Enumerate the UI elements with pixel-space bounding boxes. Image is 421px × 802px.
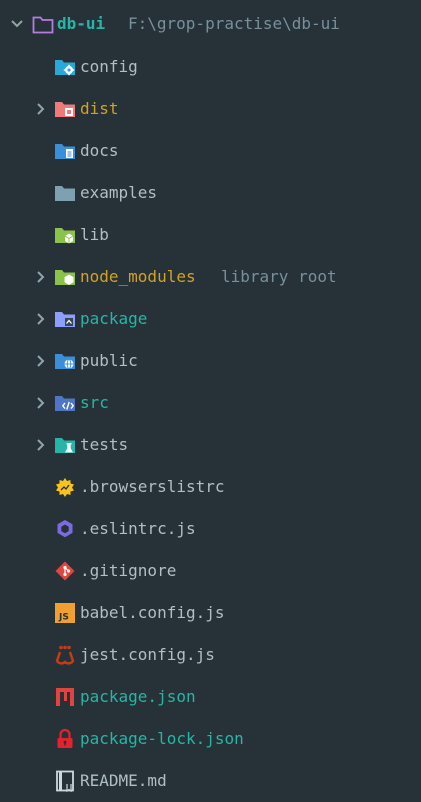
chevron-right-icon[interactable] xyxy=(34,395,48,411)
chevron-right-icon[interactable] xyxy=(34,437,48,453)
chevron-right-icon[interactable] xyxy=(34,311,48,327)
tree-folder-row[interactable]: dist xyxy=(0,88,421,130)
dist-folder-icon xyxy=(54,98,76,120)
svg-text:JS: JS xyxy=(58,613,69,623)
chevron-right-icon[interactable] xyxy=(34,353,48,369)
tree-folder-row[interactable]: config xyxy=(0,46,421,88)
project-tree: db-ui F:\grop-practise\db-ui config dist d… xyxy=(0,0,421,793)
browserslist-icon xyxy=(54,476,76,498)
folder-label: lib xyxy=(80,225,109,244)
git-icon xyxy=(54,560,76,582)
folder-label: tests xyxy=(80,435,129,454)
file-label: .browserslistrc xyxy=(80,477,225,496)
folder-label: docs xyxy=(80,141,119,160)
npm-icon xyxy=(54,686,76,708)
file-label: package.json xyxy=(80,687,196,706)
config-folder-icon xyxy=(54,56,76,78)
chevron-down-icon[interactable] xyxy=(10,16,24,32)
tree-folder-row[interactable]: examples xyxy=(0,172,421,214)
folder-label: src xyxy=(80,393,109,412)
folder-label: node_modules xyxy=(80,267,196,286)
file-label: package-lock.json xyxy=(80,729,244,748)
tree-folder-row[interactable]: docs xyxy=(0,130,421,172)
folder-label: dist xyxy=(80,99,119,118)
chevron-right-icon[interactable] xyxy=(34,269,48,285)
tests-folder-icon xyxy=(54,434,76,456)
tree-root-row[interactable]: db-ui F:\grop-practise\db-ui xyxy=(0,3,421,45)
eslint-icon xyxy=(54,518,76,540)
folder-label: config xyxy=(80,57,138,76)
project-name: db-ui xyxy=(57,14,106,33)
tree-file-row[interactable]: .browserslistrc xyxy=(0,466,421,508)
package-folder-icon xyxy=(54,308,76,330)
javascript-icon: JS xyxy=(54,602,76,624)
folder-label: public xyxy=(80,351,138,370)
lock-icon xyxy=(54,728,76,750)
library-root-hint: library root xyxy=(221,267,337,286)
tree-folder-row[interactable]: public xyxy=(0,340,421,382)
folder-label: examples xyxy=(80,183,158,202)
tree-folder-row[interactable]: src xyxy=(0,382,421,424)
tree-folder-row[interactable]: node_modules library root xyxy=(0,256,421,298)
file-label: .eslintrc.js xyxy=(80,519,196,538)
tree-folder-row[interactable]: package xyxy=(0,298,421,340)
file-label: .gitignore xyxy=(80,561,177,580)
docs-folder-icon xyxy=(54,140,76,162)
chevron-right-icon[interactable] xyxy=(34,101,48,117)
folder-label: package xyxy=(80,309,148,328)
tree-file-row[interactable]: .eslintrc.js xyxy=(0,508,421,550)
readme-icon xyxy=(54,770,76,792)
tree-file-row[interactable]: package.json xyxy=(0,676,421,718)
tree-folder-row[interactable]: lib xyxy=(0,214,421,256)
tree-file-row[interactable]: jest.config.js xyxy=(0,634,421,676)
tree-file-row[interactable]: .gitignore xyxy=(0,550,421,592)
root-folder-icon xyxy=(32,13,54,35)
public-folder-icon xyxy=(54,350,76,372)
jest-icon xyxy=(54,644,76,666)
file-label: README.md xyxy=(80,771,167,790)
tree-file-row[interactable]: README.md xyxy=(0,760,421,802)
tree-file-row[interactable]: package-lock.json xyxy=(0,718,421,760)
tree-file-row[interactable]: JS babel.config.js xyxy=(0,592,421,634)
src-folder-icon xyxy=(54,392,76,414)
tree-folder-row[interactable]: tests xyxy=(0,424,421,466)
node-modules-folder-icon xyxy=(54,266,76,288)
project-path: F:\grop-practise\db-ui xyxy=(128,14,340,33)
lib-folder-icon xyxy=(54,224,76,246)
file-label: jest.config.js xyxy=(80,645,215,664)
folder-icon xyxy=(54,182,76,204)
file-label: babel.config.js xyxy=(80,603,225,622)
